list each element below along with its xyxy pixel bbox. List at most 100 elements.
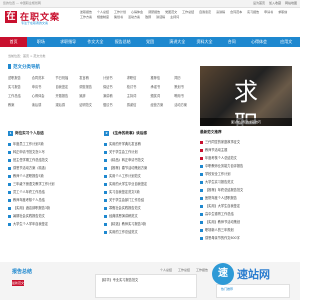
list-item-label[interactable]: 大学生实习报告范文	[205, 178, 234, 186]
list-item[interactable]: 学校安全工作计划	[200, 170, 292, 178]
list-item[interactable]: 转正申请书范文怎么写	[8, 148, 98, 156]
list-item[interactable]: 经典感恩演讲稿范文	[104, 212, 196, 220]
list-item-label[interactable]: 暑期社会实践报告范文	[13, 212, 45, 220]
category-link[interactable]: 经营方案	[151, 102, 175, 107]
list-item-label[interactable]: 职场新人的三年规划	[205, 226, 234, 234]
list-item-label[interactable]: 班主任学期工作总结范文	[13, 156, 48, 164]
list-item-label[interactable]: 实用的开学典礼发言稿	[109, 140, 141, 148]
header-link[interactable]: 工作方案	[80, 15, 92, 19]
category-link[interactable]: 述职报告	[8, 75, 32, 80]
list-item[interactable]: 实用的大学生毕业自我鉴定	[104, 180, 196, 188]
list-item-label[interactable]: 教师年度考核个人总结	[13, 196, 45, 204]
list-item[interactable]: 高中生德育工作总结	[200, 210, 292, 218]
category-link[interactable]: 心得体会	[32, 93, 56, 98]
list-item-label[interactable]: 实用的工作总结范文	[109, 228, 138, 236]
category-link[interactable]: 颁奖词	[151, 93, 175, 98]
category-link[interactable]: 计划书	[103, 75, 127, 80]
list-item-label[interactable]: 医院年度个人述职报告	[205, 194, 237, 202]
list-item[interactable]: 【实用】酒店辞职报告3篇	[8, 204, 98, 212]
list-item[interactable]: 大学生实习报告范文	[200, 178, 292, 186]
list-item-label[interactable]: 【实用】酒店辞职报告3篇	[13, 204, 50, 212]
list-item[interactable]: 班主任学期工作总结范文	[8, 156, 98, 164]
nav-item[interactable]: 求职指导	[55, 37, 82, 47]
list-item[interactable]: 感恩母亲节的作文600字	[200, 234, 292, 242]
header-link[interactable]: 演讲稿	[216, 10, 225, 14]
category-link[interactable]: 证明范文	[79, 102, 103, 107]
list-item[interactable]: 实用个人工作计划范文	[104, 172, 196, 180]
list-item[interactable]: 教师个人述职报告5篇	[8, 172, 98, 180]
list-item[interactable]: 教师节活动主题	[200, 146, 292, 154]
list-item[interactable]: 实用的工作总结范文	[104, 228, 196, 236]
category-link[interactable]: 保证书	[103, 84, 127, 89]
category-link[interactable]: 合同范本	[32, 75, 56, 80]
list-item[interactable]: 教师年度考核个人总结	[8, 196, 98, 204]
tab-work-report[interactable]: 工作报告	[196, 268, 208, 272]
list-item-label[interactable]: 寒假社会实践报告范文	[109, 204, 141, 212]
category-link[interactable]: 工作总结	[8, 93, 32, 98]
category-link[interactable]: 简历	[174, 75, 198, 80]
list-item-label[interactable]: 三代同堂的家庭故事征文	[205, 138, 240, 146]
topbar-link[interactable]: 加入收藏	[269, 1, 281, 5]
list-item[interactable]: 【推荐】春节活动策划方案	[104, 164, 196, 172]
tab-personal-summary[interactable]: 个人总结	[160, 268, 172, 272]
tab-work-summary[interactable]: 工作总结	[178, 268, 190, 272]
list-item-label[interactable]: 转正申请书范文怎么写	[13, 148, 45, 156]
list-item-label[interactable]: 《精品》转正申请书范文	[109, 156, 144, 164]
header-link[interactable]: 合同范本	[230, 10, 242, 14]
category-link[interactable]: 节日祝福	[56, 75, 80, 80]
list-item-label[interactable]: 三年级下册语文教学工作计划	[13, 180, 54, 188]
category-link[interactable]: 检讨书	[127, 84, 151, 89]
header-link[interactable]: 自我鉴定	[199, 10, 211, 14]
list-item[interactable]: 年度员工工作计划3篇	[8, 140, 98, 148]
category-link[interactable]: 自我鉴定	[56, 84, 80, 89]
list-item[interactable]: 寒假社会实践报告范文	[104, 204, 196, 212]
header-link[interactable]: 调研报告	[148, 10, 160, 14]
header-link[interactable]: 主持词	[170, 15, 179, 19]
category-link[interactable]: 策划书	[174, 84, 198, 89]
category-link[interactable]: 开题报告	[56, 93, 80, 98]
hero-banner[interactable]: 求职 面试前必知的求职技巧	[200, 66, 292, 126]
site-logo[interactable]: 在	[5, 11, 17, 23]
list-item-label[interactable]: 【精选】教师实习报告3篇	[109, 220, 146, 228]
header-link[interactable]: 策划书	[114, 15, 123, 19]
list-item-label[interactable]: 实用的大学生毕业自我鉴定	[109, 180, 147, 188]
category-link[interactable]: 感谢信	[127, 102, 151, 107]
report-card[interactable]: 【精华】专业实习报告范文	[95, 274, 197, 298]
list-item[interactable]: 【推荐】年终总结报告范文	[200, 186, 292, 194]
list-item[interactable]: 实习自我鉴定范文5篇	[104, 188, 196, 196]
list-item-label[interactable]: 实用个人工作计划范文	[109, 172, 141, 180]
category-link[interactable]: 致辞	[79, 93, 103, 98]
list-item-label[interactable]: 关于学生会部门工作总结	[109, 196, 144, 204]
nav-item[interactable]: 资料大全	[191, 37, 218, 47]
list-item-label[interactable]: 【实用】教师节活动策划	[205, 218, 240, 226]
category-link[interactable]: 活动方案	[174, 102, 198, 107]
nav-item[interactable]: 心得体会	[245, 37, 272, 47]
category-link[interactable]: 申请书	[32, 84, 56, 89]
nav-item[interactable]: 演讲大全	[164, 37, 191, 47]
header-link[interactable]: 工作总结	[182, 10, 194, 14]
list-item-label[interactable]: 员工个人年终工作总结	[13, 188, 45, 196]
list-item[interactable]: 中职教师业务能力自评报告	[200, 162, 292, 170]
list-item[interactable]: 《精品》转正申请书范文	[104, 156, 196, 164]
nav-item[interactable]: 报告总结	[109, 37, 136, 47]
list-item-label[interactable]: 学校安全工作计划	[205, 170, 231, 178]
list-item-label[interactable]: 年度员工工作计划3篇	[13, 140, 44, 148]
nav-item[interactable]: 职场	[27, 37, 54, 47]
header-link[interactable]: 工作计划	[114, 10, 126, 14]
category-link[interactable]: 承诺书	[151, 84, 175, 89]
left-box-title-text[interactable]: 岗位实习个人总结	[15, 131, 44, 135]
header-link[interactable]: 申请书	[264, 10, 273, 14]
list-item-label[interactable]: 经典感恩演讲稿范文	[109, 212, 138, 220]
list-item-label[interactable]: 【实用】大学生自我鉴定	[205, 202, 240, 210]
category-link[interactable]: 教案	[8, 102, 32, 107]
mid-box-title-text[interactable]: 《生命的故事》读后感	[111, 131, 147, 135]
category-link[interactable]: 观后感	[56, 102, 80, 107]
header-link[interactable]: 活动方案	[128, 15, 140, 19]
list-item-label[interactable]: 感恩母亲节的作文600字	[205, 234, 240, 242]
category-link[interactable]: 调查报告	[79, 84, 103, 89]
header-link[interactable]: 个人总结	[97, 10, 109, 14]
list-item-label[interactable]: 【推荐】春节活动策划方案	[109, 164, 147, 172]
list-item-label[interactable]: 年度考核个人总结范文	[205, 154, 237, 162]
nav-item-home[interactable]: 首页	[0, 37, 28, 47]
list-item-label[interactable]: 教师个人述职报告5篇	[13, 172, 44, 180]
